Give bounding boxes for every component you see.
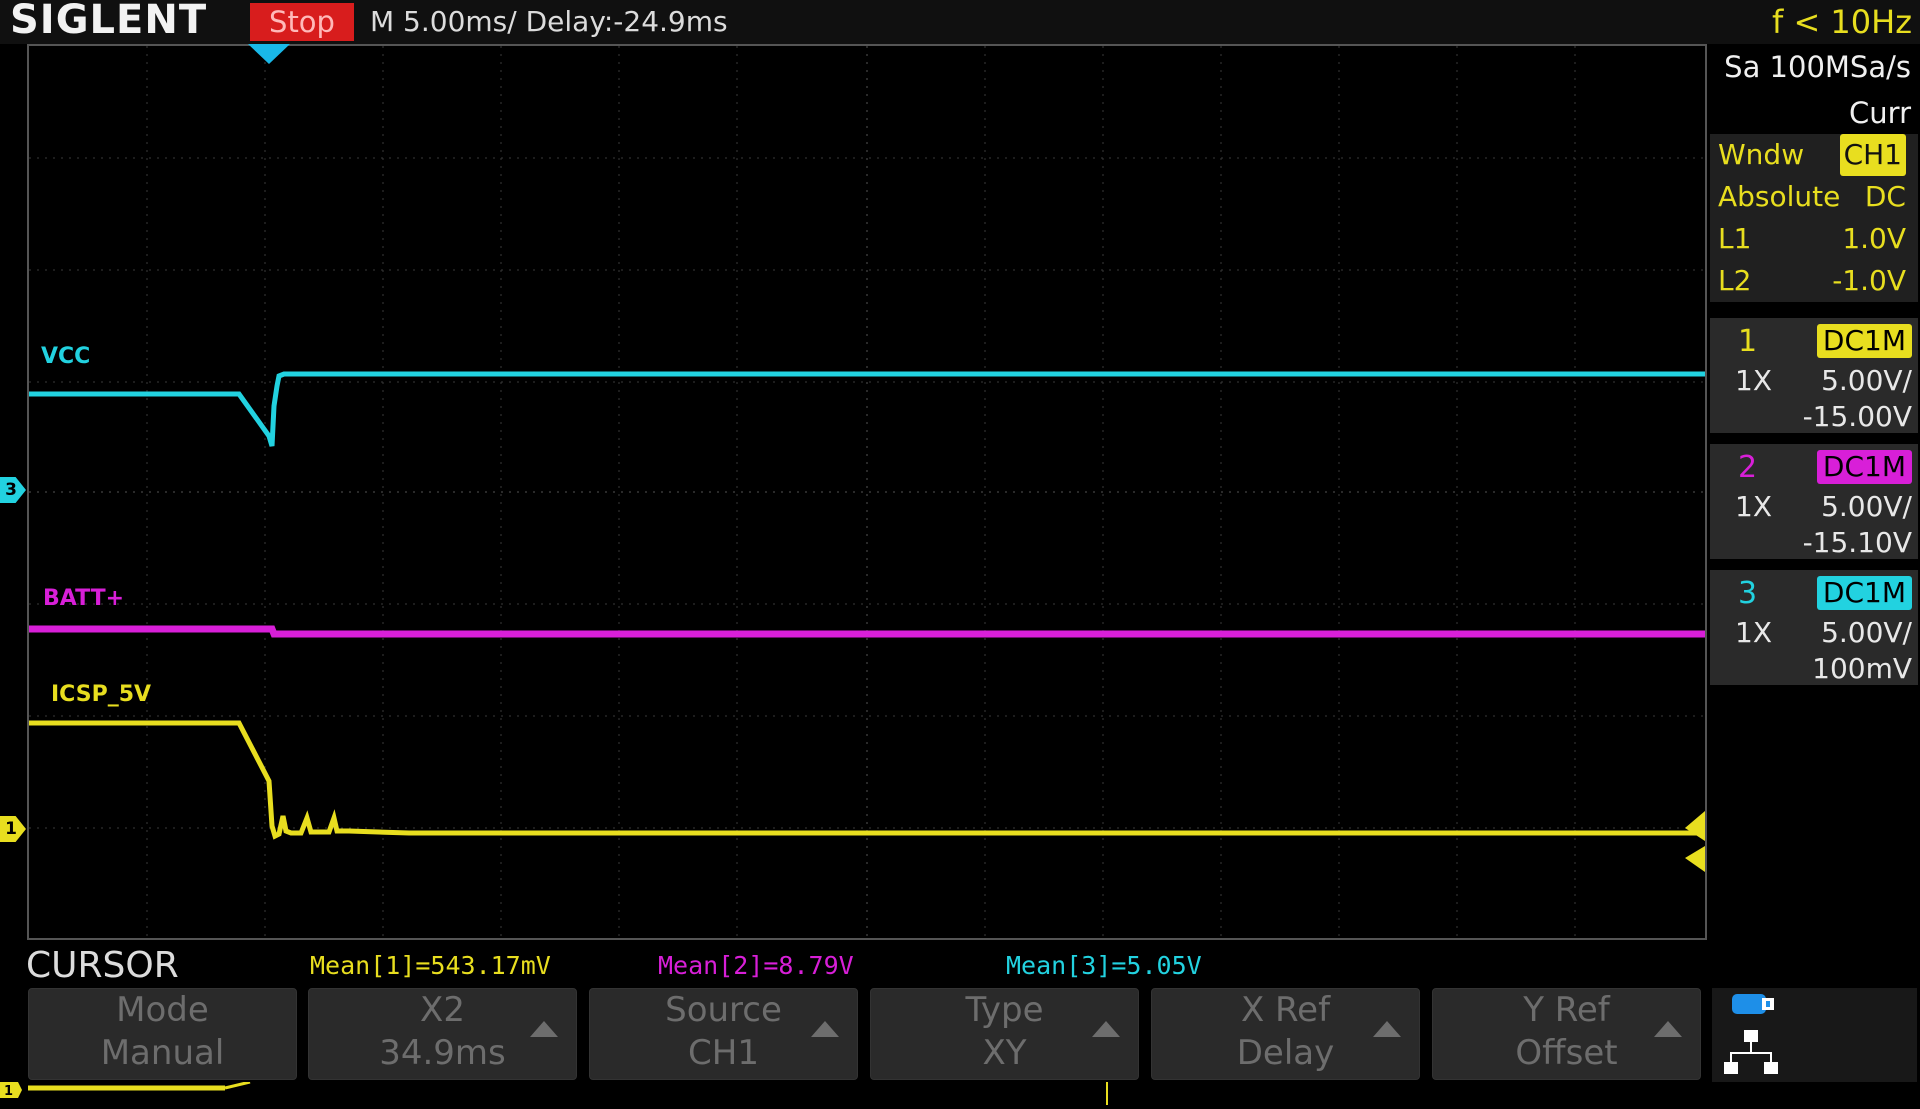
mean-ch1-readout: Mean[1]=543.17mV bbox=[310, 951, 551, 980]
probe-factor: 1X bbox=[1735, 364, 1772, 397]
trigger-level-marker-upper bbox=[1685, 811, 1705, 841]
softkey-x-ref[interactable]: X Ref Delay bbox=[1151, 988, 1420, 1080]
network-icon bbox=[1724, 1030, 1778, 1074]
softkey-value: Manual bbox=[100, 1033, 225, 1073]
l2-value: -1.0V bbox=[1832, 264, 1906, 297]
probe-factor: 1X bbox=[1735, 616, 1772, 649]
measure-mode: Absolute bbox=[1718, 180, 1841, 213]
mean-ch3-readout: Mean[3]=5.05V bbox=[1006, 951, 1202, 980]
softkey-source[interactable]: Source CH1 bbox=[589, 988, 858, 1080]
measure-coupling: DC bbox=[1864, 180, 1906, 213]
ch1-bottom-marker: 1 bbox=[4, 1084, 13, 1099]
channel-3-info[interactable]: 3 DC1M 1X 5.00V/ 100mV bbox=[1710, 570, 1918, 685]
channel-coupling-badge: DC1M bbox=[1816, 324, 1912, 358]
vertical-scale: 5.00V/ bbox=[1821, 490, 1912, 523]
measure-window-panel[interactable]: Wndw CH1 Absolute DC L1 1.0V L2 -1.0V bbox=[1710, 134, 1918, 302]
channel-number: 2 bbox=[1738, 450, 1758, 485]
acquisition-info: Sa 100MSa/s Curr 7.00Mpts bbox=[1712, 44, 1917, 176]
wndw-source-badge: CH1 bbox=[1839, 134, 1906, 176]
channel-coupling-badge: DC1M bbox=[1816, 576, 1912, 610]
trigger-level-marker-lower bbox=[1685, 846, 1705, 872]
batt-trace-label: BATT+ bbox=[43, 586, 125, 611]
softkey-type[interactable]: Type XY bbox=[870, 988, 1139, 1080]
channel-number: 3 bbox=[1738, 576, 1758, 611]
ch2-trace bbox=[29, 625, 1705, 638]
chevron-up-icon bbox=[530, 1021, 558, 1037]
channel-2-info[interactable]: 2 DC1M 1X 5.00V/ -15.10V bbox=[1710, 444, 1918, 559]
vcc-trace-label: VCC bbox=[41, 344, 91, 369]
softkey-value: XY bbox=[982, 1033, 1027, 1073]
probe-factor: 1X bbox=[1735, 490, 1772, 523]
softkey-value: Offset bbox=[1515, 1033, 1618, 1073]
cursor-menu-title: CURSOR bbox=[26, 945, 179, 986]
channel-1-info[interactable]: 1 DC1M 1X 5.00V/ -15.00V bbox=[1710, 318, 1918, 433]
ch3-offset-marker[interactable]: 3 bbox=[0, 477, 26, 503]
l2-label: L2 bbox=[1718, 264, 1752, 297]
l1-label: L1 bbox=[1718, 222, 1752, 255]
usb-drive-icon bbox=[1732, 994, 1774, 1014]
softkey-title: Mode bbox=[116, 990, 209, 1030]
sample-rate: Sa 100MSa/s bbox=[1724, 50, 1911, 84]
chevron-up-icon bbox=[1654, 1021, 1682, 1037]
trigger-frequency-readout: f < 10Hz bbox=[1772, 3, 1912, 41]
softkey-value: Delay bbox=[1236, 1033, 1335, 1073]
softkey-value: CH1 bbox=[688, 1033, 759, 1073]
channel-coupling-badge: DC1M bbox=[1816, 450, 1912, 484]
l1-value: 1.0V bbox=[1842, 222, 1906, 255]
chevron-up-icon bbox=[1373, 1021, 1401, 1037]
ch1-trace bbox=[29, 720, 1705, 840]
vertical-scale: 5.00V/ bbox=[1821, 364, 1912, 397]
vertical-offset: -15.00V bbox=[1802, 400, 1912, 433]
run-stop-indicator[interactable]: Stop bbox=[250, 3, 354, 41]
trigger-position-marker[interactable] bbox=[248, 44, 290, 64]
channel-number: 1 bbox=[1738, 324, 1758, 359]
zoom-overview-strip: 1 bbox=[0, 1080, 1920, 1105]
vertical-offset: 100mV bbox=[1812, 652, 1912, 685]
vertical-offset: -15.10V bbox=[1802, 526, 1912, 559]
ch1-offset-marker[interactable]: 1 bbox=[0, 816, 26, 842]
mean-ch2-readout: Mean[2]=8.79V bbox=[658, 951, 854, 980]
softkey-value: 34.9ms bbox=[379, 1033, 506, 1073]
ch3-trace bbox=[29, 371, 1705, 447]
wndw-label: Wndw bbox=[1718, 138, 1805, 171]
chevron-up-icon bbox=[1092, 1021, 1120, 1037]
softkey-mode[interactable]: Mode Manual bbox=[28, 988, 297, 1080]
brand-logo: SIGLENT bbox=[10, 0, 208, 43]
system-status-panel bbox=[1712, 988, 1917, 1086]
softkey-y-ref[interactable]: Y Ref Offset bbox=[1432, 988, 1701, 1080]
timebase-delay-readout[interactable]: M 5.00ms/ Delay:-24.9ms bbox=[370, 0, 728, 44]
icsp-trace-label: ICSP_5V bbox=[51, 682, 152, 707]
top-status-bar: SIGLENT Stop M 5.00ms/ Delay:-24.9ms f <… bbox=[0, 0, 1920, 44]
waveform-display bbox=[29, 46, 1705, 938]
vertical-scale: 5.00V/ bbox=[1821, 616, 1912, 649]
chevron-up-icon bbox=[811, 1021, 839, 1037]
softkey-x2[interactable]: X2 34.9ms bbox=[308, 988, 577, 1080]
waveform-grid[interactable] bbox=[27, 44, 1707, 940]
